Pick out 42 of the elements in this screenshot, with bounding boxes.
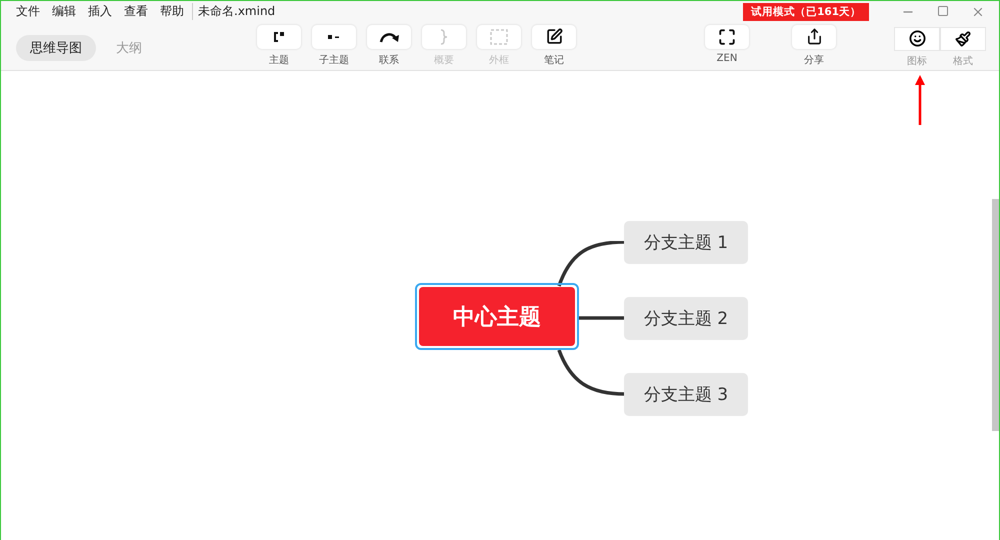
toolbar-button[interactable] xyxy=(705,24,749,49)
panel-label: 图标 xyxy=(907,54,927,68)
trial-badge: 试用模式（已161天） xyxy=(743,2,869,21)
note-icon xyxy=(546,28,562,46)
brace-icon xyxy=(440,28,448,45)
file-title: 未命名.xmind xyxy=(192,3,276,20)
toolbar-label: 子主题 xyxy=(319,54,349,67)
toolbar-label: 主题 xyxy=(269,54,289,67)
menu-item[interactable]: 查看 xyxy=(124,3,148,20)
panel-button[interactable] xyxy=(940,26,986,51)
dashed-frame-icon xyxy=(490,28,508,45)
menu-item[interactable]: 文件 xyxy=(16,3,40,20)
central-topic[interactable]: 中心主题 xyxy=(415,283,579,350)
toolbar-label: 分享 xyxy=(804,54,824,67)
toolbar-label: 概要 xyxy=(434,54,454,67)
toolbar-button[interactable] xyxy=(257,24,301,49)
branch-topic[interactable]: 分支主题 2 xyxy=(624,297,748,340)
menu-item[interactable]: 编辑 xyxy=(52,3,76,20)
toolbar-button[interactable] xyxy=(532,24,576,49)
smiley-icon xyxy=(908,30,926,48)
maximize-icon[interactable] xyxy=(937,4,949,17)
toolbar-label: 外框 xyxy=(489,54,509,67)
toolbar-label: ZEN xyxy=(716,52,738,64)
toolbar-button[interactable] xyxy=(792,24,836,49)
fullscreen-icon xyxy=(718,28,736,46)
menu-item[interactable]: 帮助 xyxy=(160,3,184,20)
brush-icon xyxy=(955,30,971,47)
branch-topic[interactable]: 分支主题 3 xyxy=(624,373,748,416)
share-icon xyxy=(806,28,822,46)
toolbar-button[interactable] xyxy=(312,24,356,49)
toolbar-button[interactable] xyxy=(367,24,411,49)
scrollbar[interactable] xyxy=(992,199,999,431)
branch-topic[interactable]: 分支主题 1 xyxy=(624,221,748,264)
panel-button[interactable] xyxy=(894,26,940,51)
menu-item[interactable]: 插入 xyxy=(88,3,112,20)
toolbar-label: 笔记 xyxy=(544,54,564,67)
view-tab[interactable]: 思维导图 xyxy=(16,34,96,61)
topic-icon xyxy=(273,30,285,43)
toolbar-label: 联系 xyxy=(379,54,399,67)
pointer-arrow-annotation xyxy=(913,75,927,125)
subtopic-icon xyxy=(327,32,341,41)
panel-label: 格式 xyxy=(953,54,973,68)
